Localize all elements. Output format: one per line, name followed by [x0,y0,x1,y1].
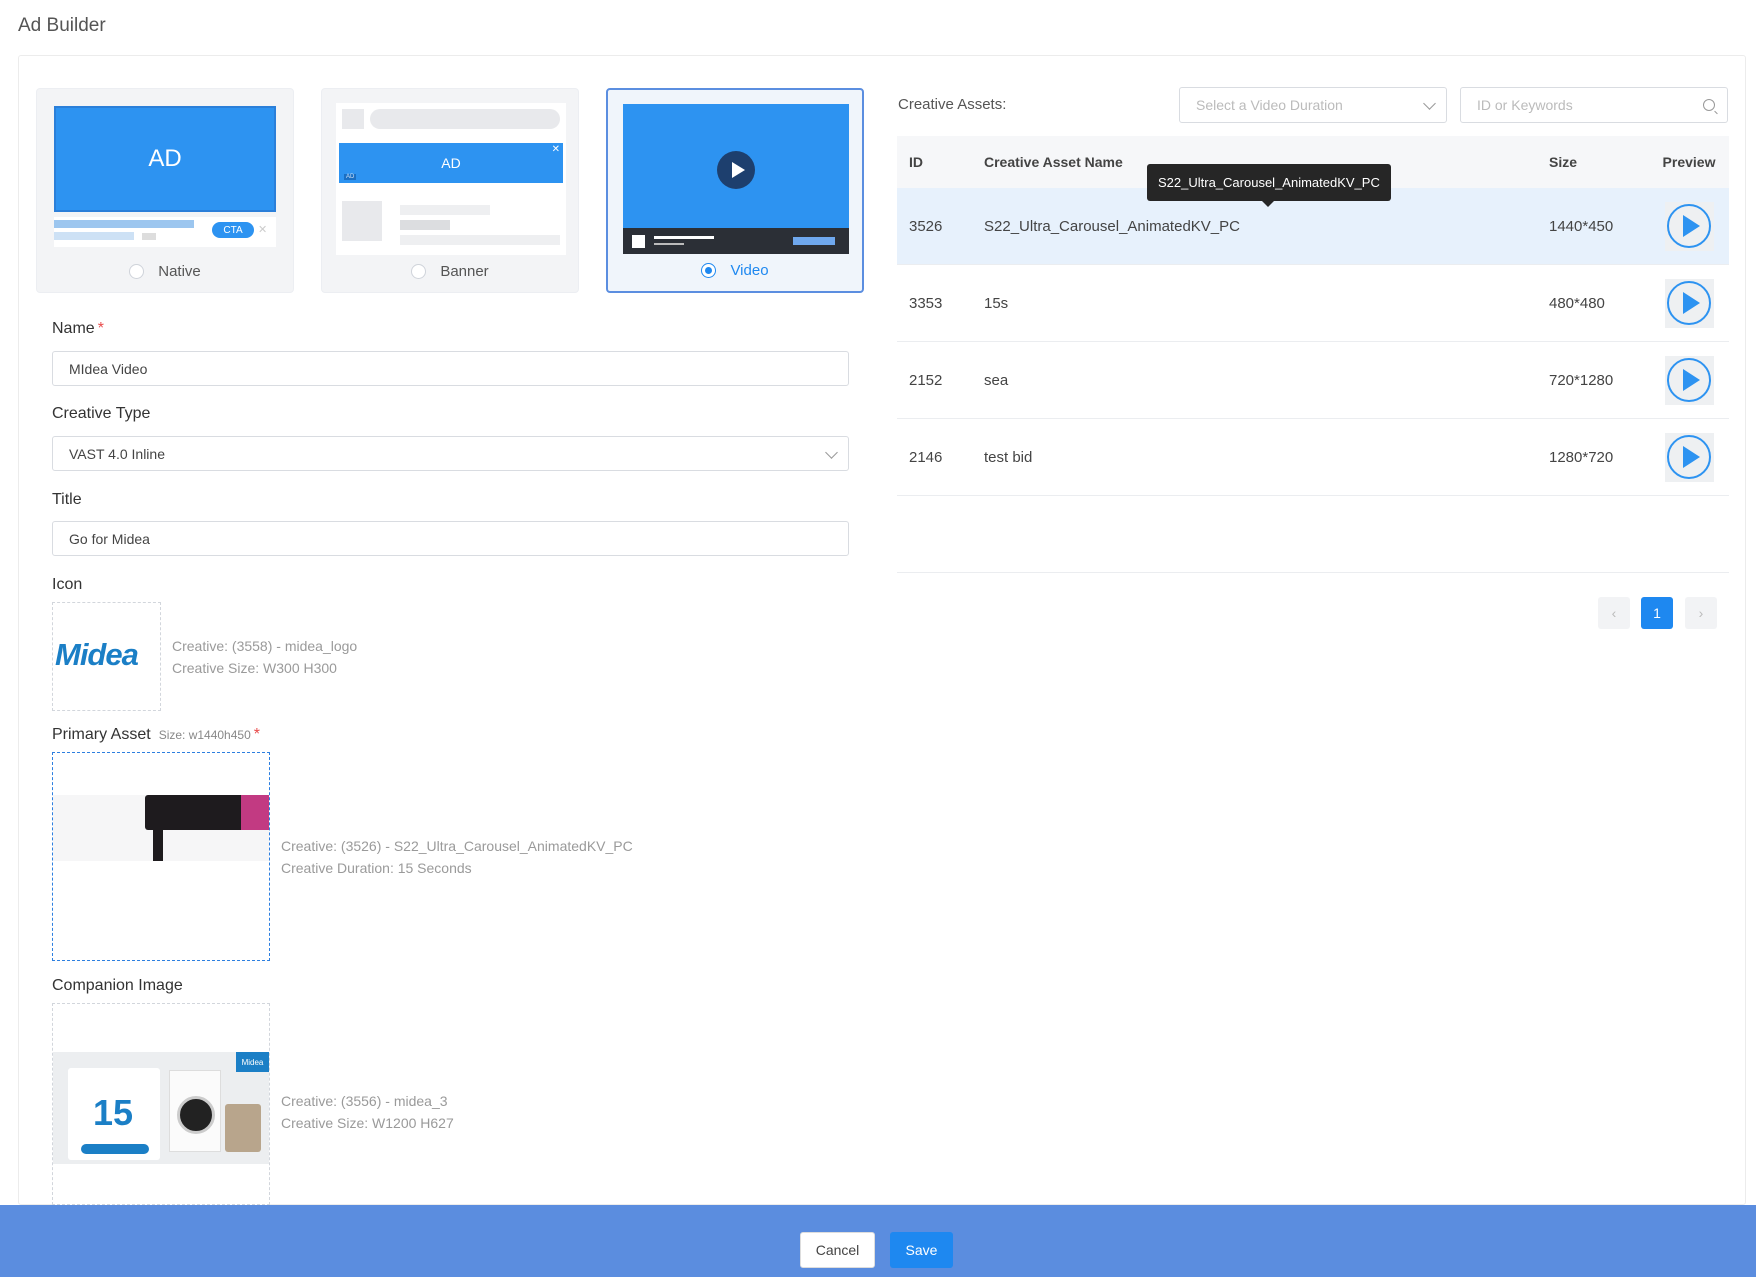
close-icon: ✕ [258,224,268,236]
play-icon [1667,358,1711,402]
native-label: Native [158,263,201,280]
icon-label: Icon [52,576,83,593]
banner-radio[interactable] [411,264,427,279]
name-input[interactable]: MIdea Video [52,351,849,386]
row-size: 720*1280 [1549,371,1614,389]
preview-button[interactable] [1664,278,1714,328]
duration-placeholder: Select a Video Duration [1196,97,1343,113]
creative-type-value: VAST 4.0 Inline [69,445,165,462]
banner-preview: AD ✕ AD [336,103,566,255]
row-id: 3353 [909,294,943,312]
table-row[interactable]: 3353 15s 480*480 [897,265,1729,342]
ad-type-native-card[interactable]: AD CTA ✕ Native [36,88,294,293]
logo-text: Midea [55,637,139,672]
chevron-down-icon [825,446,838,459]
companion-promo-number: 15 [93,1092,134,1133]
row-name: 15s [984,294,1009,312]
col-id: ID [909,154,923,170]
icon-meta: Creative: (3558) - midea_logo Creative S… [172,635,357,679]
creative-type-label: Creative Type [52,405,151,422]
video-control-bar [623,228,849,254]
name-label: Name * [52,320,104,337]
table-row[interactable]: 2146 test bid 1280*720 [897,419,1729,496]
play-icon [1667,435,1711,479]
chevron-down-icon [1423,97,1436,110]
ad-type-banner-card[interactable]: AD ✕ AD Banner [321,88,579,293]
search-icon [1703,99,1715,111]
required-mark: * [253,726,260,743]
video-radio[interactable] [701,263,717,278]
cancel-button[interactable]: Cancel [800,1232,875,1268]
preview-button[interactable] [1664,432,1714,482]
native-cta-badge: CTA [212,222,254,238]
companion-image-upload-box[interactable]: 15 Midea [52,1003,270,1205]
play-icon [1667,281,1711,325]
ad-type-video-card[interactable]: Video [606,88,864,293]
row-id: 2152 [909,371,943,389]
companion-image-meta: Creative: (3556) - midea_3 Creative Size… [281,1090,454,1134]
banner-ad-text: AD [441,155,461,171]
companion-badge: Midea [236,1052,269,1072]
banner-ad-block: AD ✕ AD [339,143,563,183]
primary-asset-upload-box[interactable] [52,752,270,961]
icon-size-text: Creative Size: W300 H300 [172,660,337,676]
primary-asset-creative-text: Creative: (3526) - S22_Ultra_Carousel_An… [281,838,633,854]
preview-button[interactable] [1664,355,1714,405]
title-input[interactable]: Go for Midea [52,521,849,556]
table-divider [897,572,1729,573]
native-radio[interactable] [129,264,145,279]
preview-button[interactable] [1664,201,1714,251]
pagination-next[interactable]: › [1685,597,1717,629]
row-id: 2146 [909,448,943,466]
required-mark: * [97,320,104,337]
play-icon [717,151,755,189]
companion-creative-text: Creative: (3556) - midea_3 [281,1093,448,1109]
col-preview: Preview [1662,154,1716,170]
row-name: S22_Ultra_Carousel_AnimatedKV_PC [984,217,1240,235]
creative-assets-label: Creative Assets: [898,96,1007,113]
size-hint: Size: w1440h450 [158,728,251,742]
page-title: Ad Builder [18,15,106,36]
save-button[interactable]: Save [890,1232,953,1268]
primary-asset-meta: Creative: (3526) - S22_Ultra_Carousel_An… [281,835,633,879]
icon-creative-text: Creative: (3558) - midea_logo [172,638,358,654]
banner-ad-tag: AD [344,174,357,180]
row-size: 1440*450 [1549,217,1614,235]
creative-type-select[interactable]: VAST 4.0 Inline [52,436,849,471]
play-icon [1667,204,1711,248]
native-text-lines: CTA ✕ [54,217,276,247]
title-label: Title [52,491,82,508]
video-label: Video [730,262,769,279]
companion-image-label: Companion Image [52,977,183,994]
primary-asset-duration-text: Creative Duration: 15 Seconds [281,860,472,876]
companion-size-text: Creative Size: W1200 H627 [281,1115,454,1131]
chevron-right-icon: › [1698,605,1704,621]
icon-upload-box[interactable]: Midea [52,602,161,711]
row-name: test bid [984,448,1033,466]
primary-asset-label: Primary Asset Size: w1440h450 * [52,726,260,743]
video-duration-select[interactable]: Select a Video Duration [1179,87,1447,123]
asset-search-input[interactable]: ID or Keywords [1460,87,1728,123]
video-preview [623,104,849,254]
table-row[interactable]: 2152 sea 720*1280 [897,342,1729,419]
row-size: 1280*720 [1549,448,1614,466]
footer-bar [0,1205,1756,1277]
row-size: 480*480 [1549,294,1605,312]
primary-asset-thumbnail [145,795,269,830]
close-icon: ✕ [551,144,560,155]
pagination-page[interactable]: 1 [1641,597,1673,629]
search-placeholder: ID or Keywords [1477,97,1573,113]
row-name: sea [984,371,1009,389]
col-size: Size [1549,154,1578,170]
midea-logo: Midea [55,633,159,677]
chevron-left-icon: ‹ [1611,605,1617,621]
native-ad-preview: AD [54,106,276,212]
row-id: 3526 [909,217,943,235]
pagination-prev[interactable]: ‹ [1598,597,1630,629]
banner-label: Banner [440,263,489,280]
asset-name-tooltip: S22_Ultra_Carousel_AnimatedKV_PC [1147,164,1391,207]
